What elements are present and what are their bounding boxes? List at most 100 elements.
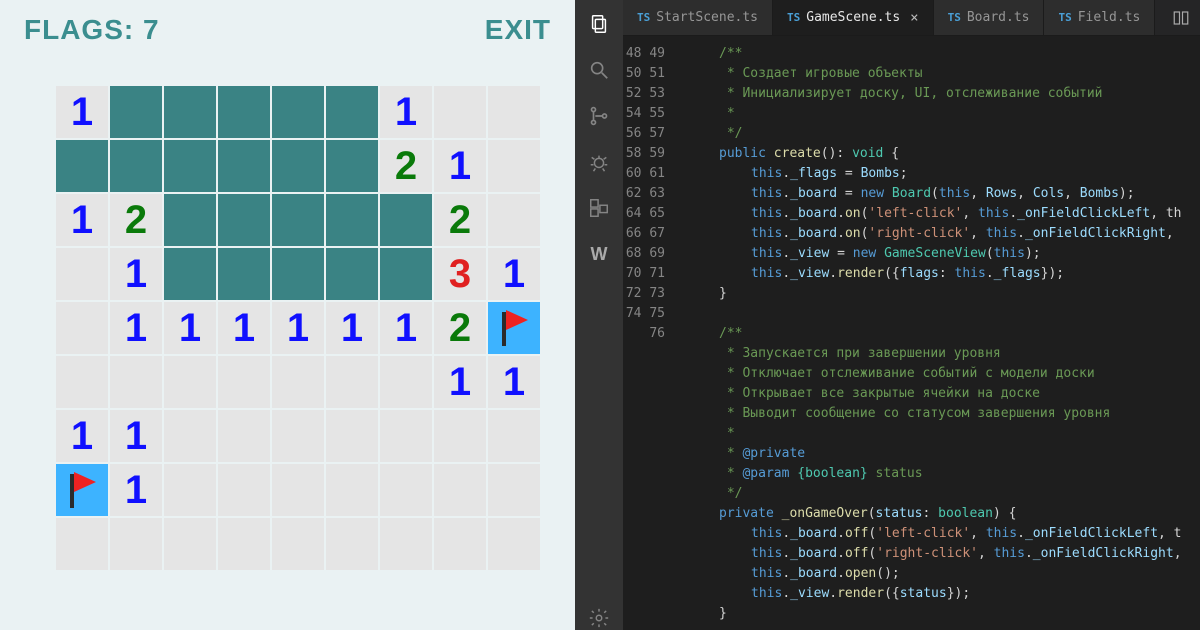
editor-column: TSStartScene.tsTSGameScene.ts×TSBoard.ts… [623, 0, 1200, 630]
tab-board-ts[interactable]: TSBoard.ts [934, 0, 1045, 35]
board-cell[interactable] [164, 356, 216, 408]
board-cell[interactable] [380, 464, 432, 516]
code-area[interactable]: 48 49 50 51 52 53 54 55 56 57 58 59 60 6… [623, 36, 1200, 630]
board-cell[interactable] [56, 248, 108, 300]
board-cell[interactable] [326, 86, 378, 138]
board-cell[interactable] [56, 518, 108, 570]
board-cell[interactable] [434, 464, 486, 516]
board-cell[interactable] [164, 464, 216, 516]
board-cell[interactable]: 1 [380, 86, 432, 138]
board-cell[interactable]: 1 [434, 356, 486, 408]
board-cell[interactable] [56, 302, 108, 354]
board-cell[interactable] [272, 248, 324, 300]
board-cell[interactable] [218, 248, 270, 300]
editor-actions[interactable] [1162, 0, 1200, 35]
close-icon[interactable]: × [910, 10, 918, 26]
board-cell[interactable] [110, 86, 162, 138]
workspace-icon[interactable]: W [587, 242, 611, 266]
board-cell[interactable] [164, 248, 216, 300]
board-cell[interactable] [110, 140, 162, 192]
tab-gamescene-ts[interactable]: TSGameScene.ts× [773, 0, 934, 35]
exit-button[interactable]: EXIT [485, 14, 551, 46]
board-cell[interactable] [380, 410, 432, 462]
board-cell[interactable] [326, 194, 378, 246]
board-cell[interactable] [110, 518, 162, 570]
board-cell[interactable]: 2 [110, 194, 162, 246]
board-cell[interactable]: 3 [434, 248, 486, 300]
tab-startscene-ts[interactable]: TSStartScene.ts [623, 0, 773, 35]
board-cell[interactable]: 1 [56, 410, 108, 462]
search-icon[interactable] [587, 58, 611, 82]
board-cell[interactable] [326, 464, 378, 516]
board-cell[interactable] [56, 464, 108, 516]
board-cell[interactable] [380, 518, 432, 570]
board-cell[interactable] [434, 518, 486, 570]
board-cell[interactable] [488, 194, 540, 246]
board-cell[interactable]: 1 [110, 464, 162, 516]
board-cell[interactable]: 1 [56, 194, 108, 246]
board-cell[interactable]: 1 [272, 302, 324, 354]
board-cell[interactable]: 1 [110, 302, 162, 354]
board-cell[interactable] [110, 356, 162, 408]
board-cell[interactable] [380, 194, 432, 246]
board-cell[interactable] [164, 410, 216, 462]
board-cell[interactable] [326, 356, 378, 408]
board-cell[interactable]: 1 [110, 410, 162, 462]
board-cell[interactable] [164, 86, 216, 138]
source-control-icon[interactable] [587, 104, 611, 128]
compare-icon[interactable] [1172, 9, 1190, 27]
board-cell[interactable] [488, 140, 540, 192]
board-cell[interactable] [218, 518, 270, 570]
board-cell[interactable] [488, 410, 540, 462]
board-cell[interactable] [326, 410, 378, 462]
debug-icon[interactable] [587, 150, 611, 174]
board-cell[interactable] [164, 518, 216, 570]
settings-gear-icon[interactable] [587, 606, 611, 630]
board-cell[interactable]: 1 [434, 140, 486, 192]
board-cell[interactable] [218, 140, 270, 192]
board-cell[interactable] [380, 356, 432, 408]
board-cell[interactable] [488, 86, 540, 138]
board-cell[interactable] [218, 410, 270, 462]
board-cell[interactable]: 1 [110, 248, 162, 300]
board-cell[interactable]: 1 [56, 86, 108, 138]
board-cell[interactable] [164, 140, 216, 192]
board-cell[interactable] [326, 140, 378, 192]
board-cell[interactable] [164, 194, 216, 246]
tab-field-ts[interactable]: TSField.ts [1044, 0, 1155, 35]
minesweeper-board[interactable]: 1121122131111111211111 [56, 86, 540, 570]
board-cell[interactable]: 1 [326, 302, 378, 354]
board-cell[interactable]: 1 [488, 248, 540, 300]
explorer-icon[interactable] [587, 12, 611, 36]
board-cell[interactable] [218, 194, 270, 246]
board-cell[interactable] [272, 86, 324, 138]
board-cell[interactable] [272, 140, 324, 192]
board-cell[interactable]: 2 [434, 302, 486, 354]
board-cell[interactable] [218, 356, 270, 408]
extensions-icon[interactable] [587, 196, 611, 220]
board-cell[interactable]: 1 [164, 302, 216, 354]
board-cell[interactable] [56, 356, 108, 408]
board-cell[interactable]: 1 [380, 302, 432, 354]
board-cell[interactable]: 1 [488, 356, 540, 408]
board-cell[interactable] [488, 518, 540, 570]
board-cell[interactable]: 2 [380, 140, 432, 192]
board-cell[interactable]: 1 [218, 302, 270, 354]
board-cell[interactable] [326, 248, 378, 300]
board-cell[interactable] [434, 86, 486, 138]
board-cell[interactable] [218, 464, 270, 516]
board-cell[interactable] [56, 140, 108, 192]
board-cell[interactable] [380, 248, 432, 300]
board-cell[interactable]: 2 [434, 194, 486, 246]
board-cell[interactable] [272, 518, 324, 570]
board-cell[interactable] [272, 356, 324, 408]
code-content[interactable]: /** * Создает игровые объекты * Инициали… [677, 36, 1200, 630]
board-cell[interactable] [488, 464, 540, 516]
board-cell[interactable] [272, 410, 324, 462]
board-cell[interactable] [434, 410, 486, 462]
board-cell[interactable] [218, 86, 270, 138]
board-cell[interactable] [488, 302, 540, 354]
board-cell[interactable] [326, 518, 378, 570]
board-cell[interactable] [272, 464, 324, 516]
board-cell[interactable] [272, 194, 324, 246]
